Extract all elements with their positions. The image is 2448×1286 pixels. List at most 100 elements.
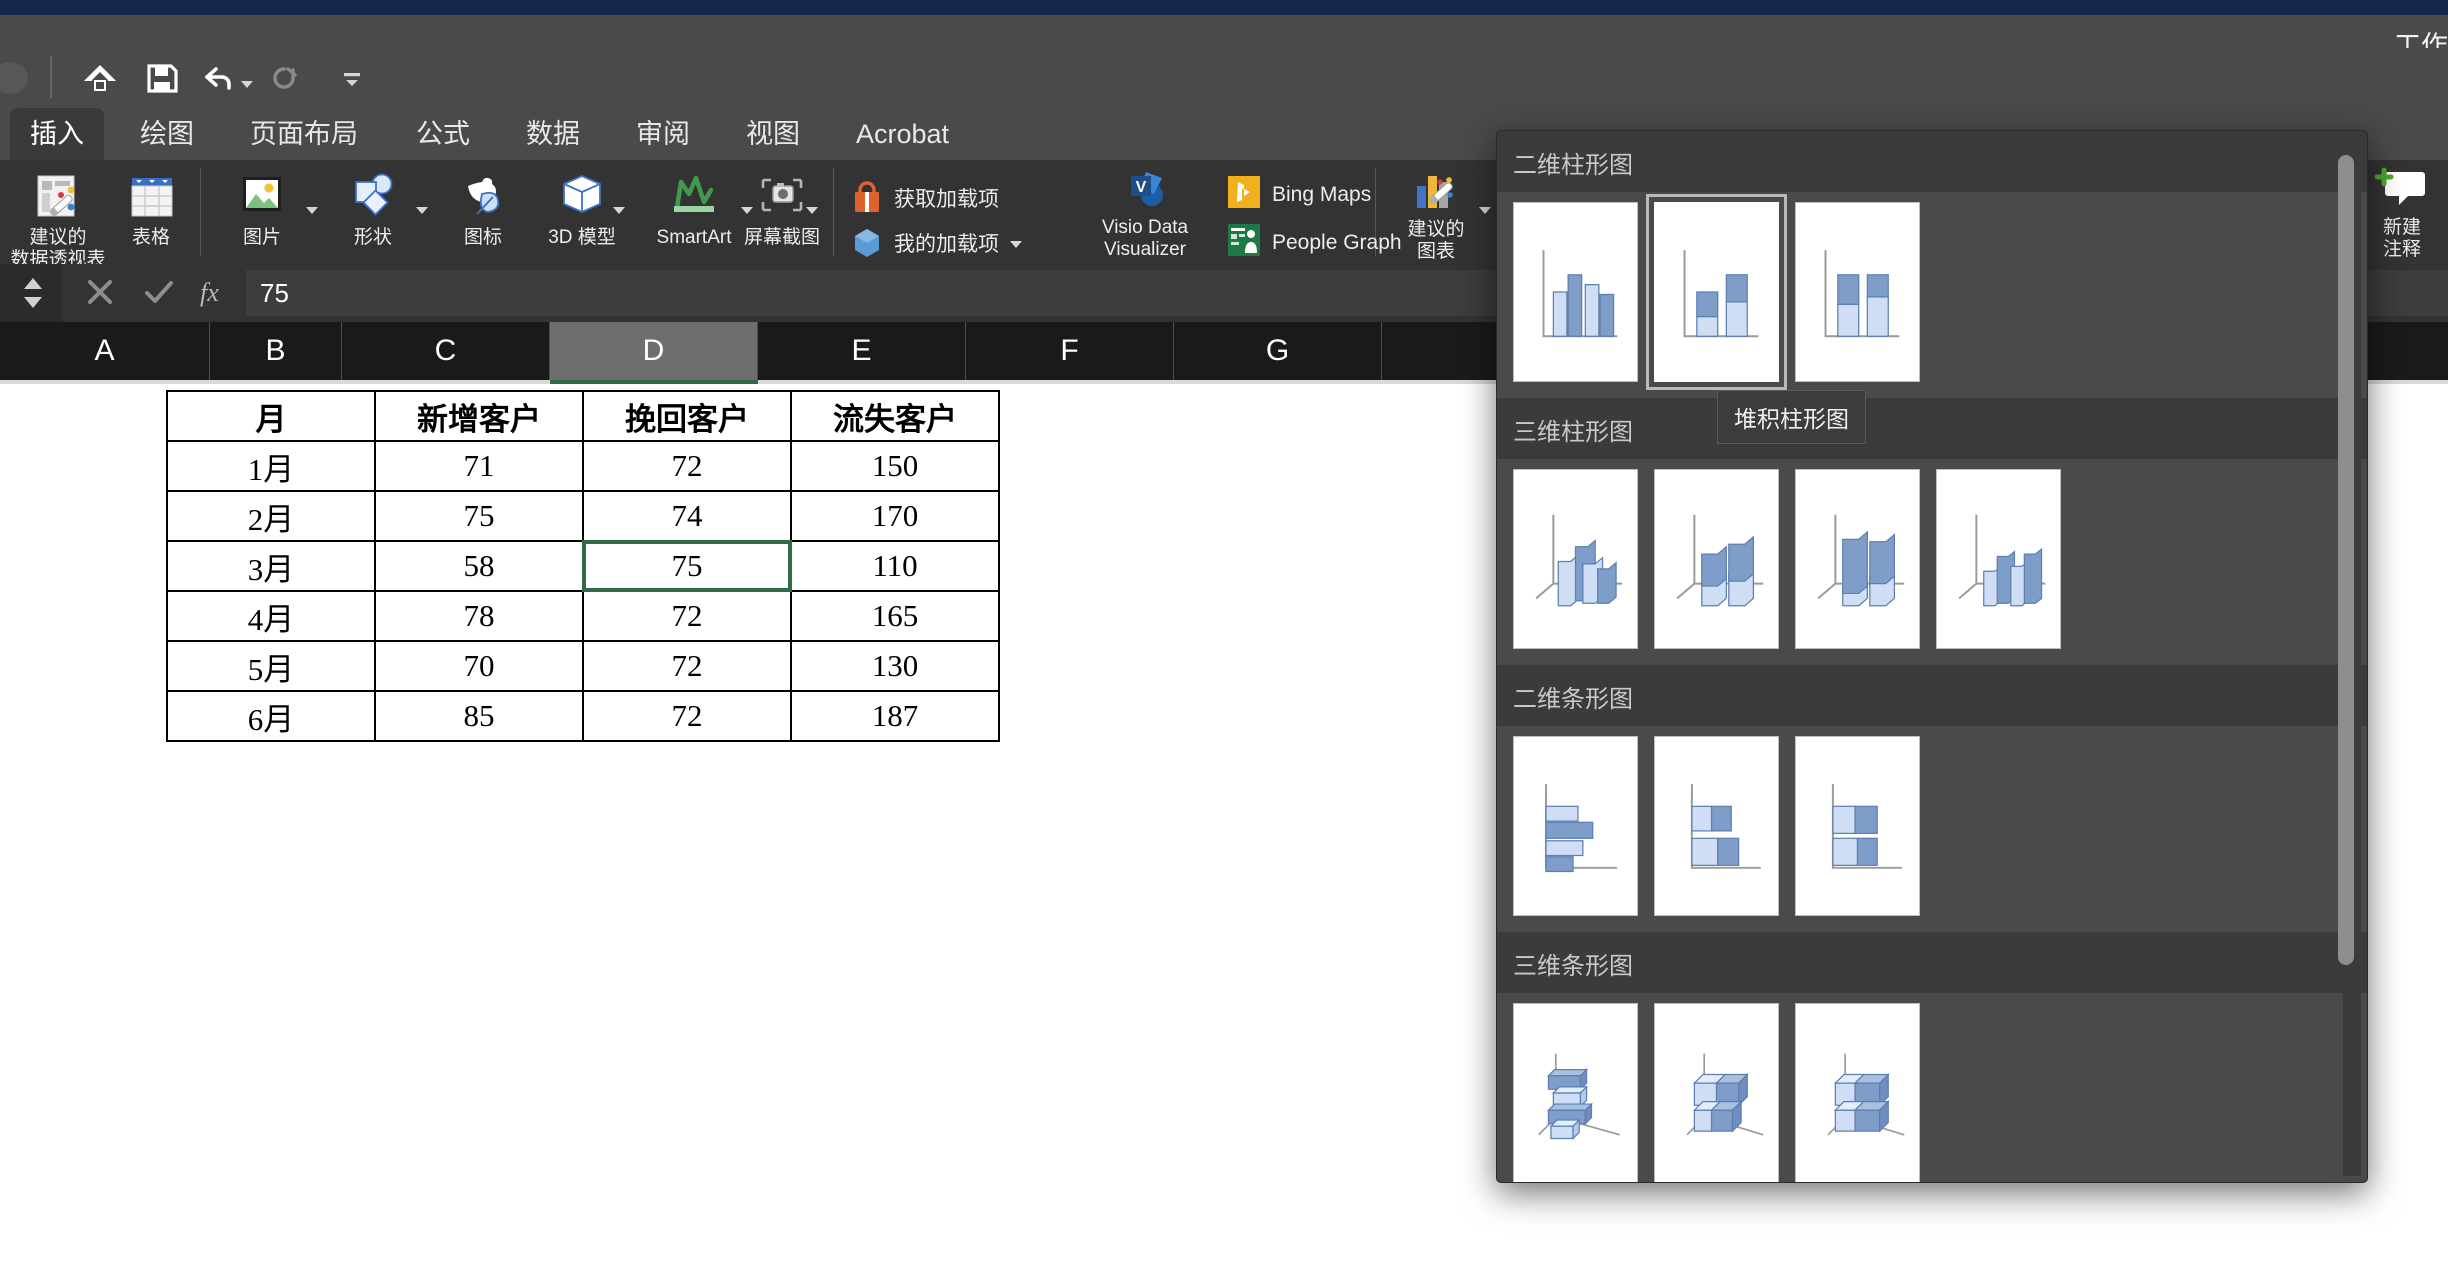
chart-type-thumbnail[interactable]: [1795, 736, 1920, 916]
name-box-down-arrow[interactable]: [24, 297, 42, 308]
home-icon[interactable]: [78, 56, 122, 100]
customize-qat-icon[interactable]: [330, 56, 374, 100]
table-cell[interactable]: 85: [375, 691, 583, 741]
screenshot-dropdown-caret[interactable]: [805, 202, 819, 212]
tab-4[interactable]: 数据: [506, 108, 600, 160]
recommended-charts-caret[interactable]: [1478, 202, 1492, 212]
table-cell[interactable]: 72: [583, 591, 791, 641]
pivottable-icon: [6, 172, 110, 227]
chart-type-thumbnail[interactable]: [1654, 469, 1779, 649]
chart-type-thumbnail[interactable]: [1654, 202, 1779, 382]
column-header-G[interactable]: G: [1174, 322, 1382, 380]
table-cell[interactable]: 4月: [167, 591, 375, 641]
chart-type-thumbnail[interactable]: [1654, 1003, 1779, 1183]
cube-icon: [530, 172, 634, 227]
icons-button[interactable]: 图标: [440, 172, 526, 249]
table-cell[interactable]: 5月: [167, 641, 375, 691]
table-header-cell[interactable]: 流失客户: [791, 391, 999, 441]
visio-data-visualizer-button[interactable]: V Visio Data Visualizer: [1070, 168, 1220, 261]
column-header-F[interactable]: F: [966, 322, 1174, 380]
table-header-cell[interactable]: 月: [167, 391, 375, 441]
column-header-A[interactable]: A: [0, 322, 210, 380]
tab-3[interactable]: 公式: [396, 108, 490, 160]
recommended-charts-button[interactable]: 建议的 图表: [1386, 168, 1486, 263]
chart-type-gallery[interactable]: 二维柱形图三维柱形图二维条形图三维条形图: [1496, 130, 2368, 1183]
tab-1[interactable]: 绘图: [120, 108, 214, 160]
table-cell[interactable]: 170: [791, 491, 999, 541]
table-cell[interactable]: 2月: [167, 491, 375, 541]
window-control-dot[interactable]: [0, 62, 28, 94]
bing-maps-button[interactable]: Bing Maps: [1228, 176, 1371, 213]
pictures-button[interactable]: 图片: [218, 172, 306, 249]
table-cell[interactable]: 71: [375, 441, 583, 491]
tab-6[interactable]: 视图: [726, 108, 820, 160]
table-cell[interactable]: 70: [375, 641, 583, 691]
tab-0[interactable]: 插入: [10, 108, 104, 160]
chart-type-thumbnail[interactable]: [1513, 202, 1638, 382]
column-header-B[interactable]: B: [210, 322, 342, 380]
name-box-up-arrow[interactable]: [24, 278, 42, 289]
table-header-cell[interactable]: 新增客户: [375, 391, 583, 441]
table-cell[interactable]: 165: [791, 591, 999, 641]
gallery-scrollbar-thumb[interactable]: [2338, 155, 2354, 965]
table-row: 2月7574170: [167, 491, 999, 541]
chart-type-thumbnail[interactable]: [1795, 1003, 1920, 1183]
save-icon[interactable]: [140, 56, 184, 100]
table-cell[interactable]: 72: [583, 691, 791, 741]
tab-2[interactable]: 页面布局: [230, 108, 378, 160]
table-cell[interactable]: 72: [583, 641, 791, 691]
table-cell[interactable]: 130: [791, 641, 999, 691]
my-addins-hex-icon: [852, 226, 882, 263]
column-header-E[interactable]: E: [758, 322, 966, 380]
chart-type-thumbnail[interactable]: [1513, 736, 1638, 916]
table-cell[interactable]: 150: [791, 441, 999, 491]
table-cell[interactable]: 110: [791, 541, 999, 591]
people-graph-button[interactable]: People Graph: [1228, 224, 1402, 261]
gallery-scrollbar-track[interactable]: [2343, 141, 2361, 1176]
recommended-pivottable-button[interactable]: 建议的 数据透视表: [6, 172, 110, 271]
table-cell[interactable]: 75: [583, 541, 791, 591]
chart-type-thumbnail[interactable]: [1513, 469, 1638, 649]
column-header-C[interactable]: C: [342, 322, 550, 380]
table-button[interactable]: 表格: [112, 172, 190, 249]
pictures-dropdown-caret[interactable]: [305, 202, 319, 212]
tab-5[interactable]: 审阅: [616, 108, 710, 160]
get-addins-button[interactable]: 获取加载项: [852, 180, 999, 219]
shapes-icon: [330, 172, 416, 227]
cancel-icon[interactable]: [82, 274, 118, 315]
table-cell[interactable]: 58: [375, 541, 583, 591]
undo-dropdown-caret[interactable]: [240, 76, 254, 86]
new-comment-icon: [2360, 166, 2444, 217]
3d-model-dropdown-caret[interactable]: [612, 202, 626, 212]
chart-type-thumbnail[interactable]: [1654, 736, 1779, 916]
undo-icon[interactable]: [196, 56, 240, 100]
chart-type-thumbnail[interactable]: [1936, 469, 2061, 649]
table-cell[interactable]: 74: [583, 491, 791, 541]
table-cell[interactable]: 6月: [167, 691, 375, 741]
my-addins-button[interactable]: 我的加载项: [852, 226, 1023, 263]
visio-label-line2: Visualizer: [1070, 239, 1220, 261]
chart-type-thumbnail[interactable]: [1795, 469, 1920, 649]
chart-type-thumbnail[interactable]: [1795, 202, 1920, 382]
chart-type-thumbnail[interactable]: [1513, 1003, 1638, 1183]
table-header-row: 月新增客户挽回客户流失客户: [167, 391, 999, 441]
tab-7[interactable]: Acrobat: [836, 108, 969, 160]
enter-icon[interactable]: [140, 274, 178, 315]
redo-icon[interactable]: [262, 56, 306, 100]
table-cell[interactable]: 1月: [167, 441, 375, 491]
table-cell[interactable]: 72: [583, 441, 791, 491]
my-addins-dropdown-caret[interactable]: [1009, 236, 1023, 254]
table-cell[interactable]: 78: [375, 591, 583, 641]
new-comment-button[interactable]: 新建 注释: [2360, 166, 2444, 261]
table-cell[interactable]: 3月: [167, 541, 375, 591]
recommended-charts-label-1: 建议的: [1386, 219, 1486, 241]
fx-icon[interactable]: fx: [196, 274, 236, 315]
table-cell[interactable]: 75: [375, 491, 583, 541]
shapes-dropdown-caret[interactable]: [415, 202, 429, 212]
table-cell[interactable]: 187: [791, 691, 999, 741]
name-box[interactable]: [0, 264, 62, 322]
data-table: 月新增客户挽回客户流失客户1月71721502月75741703月5875110…: [166, 390, 1000, 742]
shapes-button[interactable]: 形状: [330, 172, 416, 249]
column-header-D[interactable]: D: [550, 322, 758, 380]
table-header-cell[interactable]: 挽回客户: [583, 391, 791, 441]
